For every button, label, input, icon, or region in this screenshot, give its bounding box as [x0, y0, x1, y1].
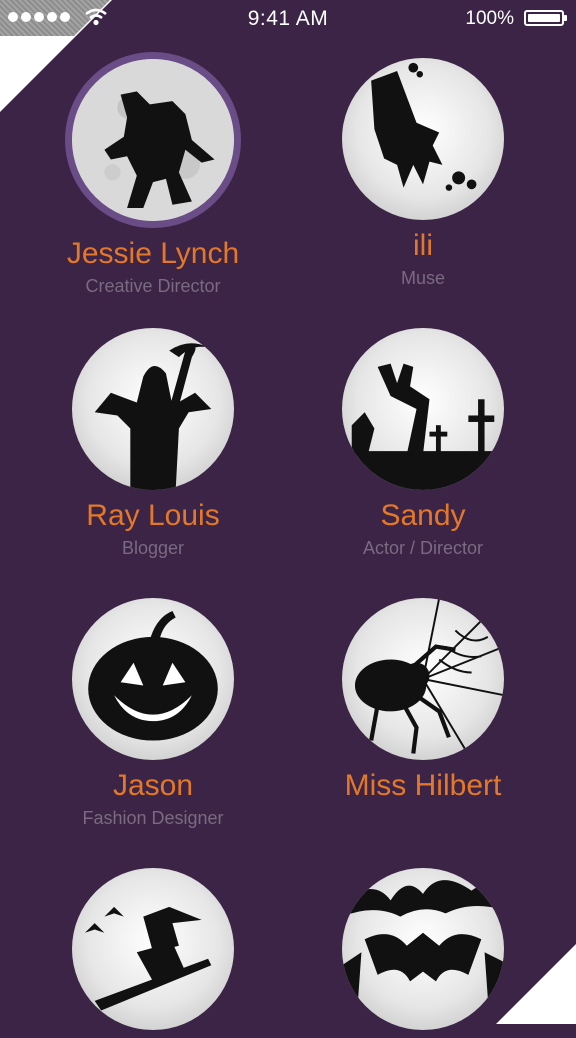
bloody-hand-icon[interactable]: [342, 58, 504, 220]
battery-percent: 100%: [465, 8, 514, 29]
profile-role: Creative Director: [85, 276, 221, 296]
werewolf-moon-icon[interactable]: [65, 52, 241, 228]
profile-name[interactable]: Jessie Lynch: [28, 236, 278, 272]
profile-role: Blogger: [121, 538, 185, 558]
witch-broom-icon[interactable]: [72, 868, 234, 1030]
zombie-graveyard-icon[interactable]: [342, 328, 504, 490]
corner-fold-bottom-right: [496, 944, 576, 1024]
profile-card[interactable]: Miss Hilbert: [298, 598, 548, 806]
profile-card[interactable]: ili Muse: [298, 58, 548, 290]
profile-role: Muse: [400, 268, 445, 288]
profile-name[interactable]: Ray Louis: [28, 498, 278, 534]
profile-card[interactable]: Jessie Lynch Creative Director: [28, 52, 278, 298]
grim-reaper-icon[interactable]: [72, 328, 234, 490]
status-bar: 9:41 AM 100%: [0, 0, 576, 36]
profile-name[interactable]: Miss Hilbert: [298, 768, 548, 804]
profile-card[interactable]: [28, 868, 278, 1038]
spider-web-icon[interactable]: [342, 598, 504, 760]
jack-o-lantern-icon[interactable]: [72, 598, 234, 760]
profile-card[interactable]: Jason Fashion Designer: [28, 598, 278, 830]
bat-tree-icon[interactable]: [342, 868, 504, 1030]
battery-icon: [524, 10, 567, 26]
profile-role: Fashion Designer: [82, 808, 224, 828]
profile-card[interactable]: Ray Louis Blogger: [28, 328, 278, 560]
profile-role: Actor / Director: [362, 538, 484, 558]
profile-name[interactable]: Jason: [28, 768, 278, 804]
profile-name[interactable]: ili: [298, 228, 548, 264]
profile-card[interactable]: Sandy Actor / Director: [298, 328, 548, 560]
profile-name[interactable]: Sandy: [298, 498, 548, 534]
